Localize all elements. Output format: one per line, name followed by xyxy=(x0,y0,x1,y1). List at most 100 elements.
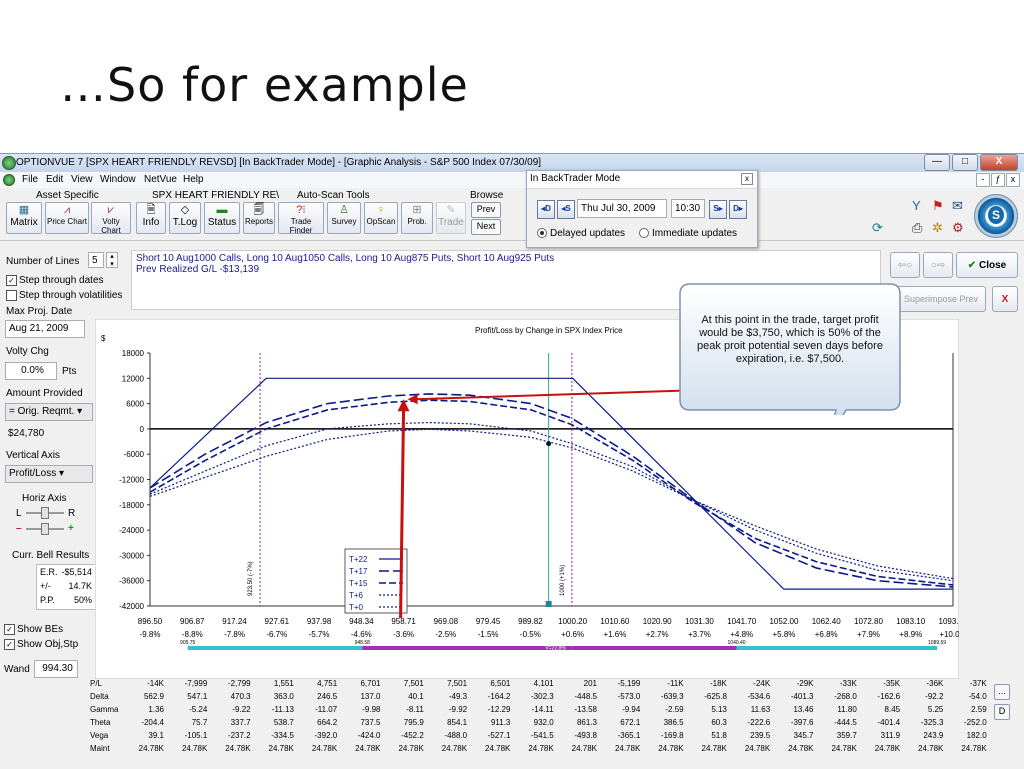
matrix-button[interactable]: ▦ Matrix xyxy=(6,202,42,234)
mdi-restore-button[interactable]: ƒ xyxy=(991,173,1005,187)
x-pct-label: +6.8% xyxy=(815,630,838,639)
table-cell: 51.8 xyxy=(711,731,727,740)
x-pct-label: -8.8% xyxy=(182,630,203,639)
fwd-step-button[interactable]: S▸ xyxy=(709,200,727,219)
price-chart-icon: ⩘ xyxy=(63,204,71,216)
scroll-left-button[interactable]: ⇦○ xyxy=(890,252,920,278)
amount-label: Amount Provided xyxy=(6,388,83,399)
menu-netvue[interactable]: NetVue xyxy=(144,174,177,185)
price-chart-button[interactable]: ⩘ Price Chart xyxy=(45,202,89,234)
notes-icon[interactable]: ✉ xyxy=(952,198,963,214)
back-day-button[interactable]: ◂D xyxy=(537,200,555,219)
table-cell: -639.3 xyxy=(660,692,684,701)
horiz-zoom-thumb[interactable] xyxy=(41,507,49,519)
delayed-updates-radio[interactable]: Delayed updates xyxy=(537,228,625,239)
menu-bar: File Edit View Window NetVue Help - ƒ x xyxy=(0,172,1024,188)
lines-field[interactable]: 5 xyxy=(88,252,104,268)
opscan-icon: ♀ xyxy=(376,204,386,216)
show-objstp-checkbox[interactable]: ✓ Show Obj,Stp xyxy=(4,639,78,650)
volty-field[interactable]: 0.0% xyxy=(5,362,57,380)
reports-button[interactable]: 🗐 Reports xyxy=(243,202,275,234)
maximize-button[interactable]: □ xyxy=(952,154,978,171)
trade-finder-button[interactable]: ?⁝ Trade Finder xyxy=(278,202,324,235)
vertical-axis-select[interactable]: Profit/Loss ▾ xyxy=(5,465,93,483)
table-cell: 11.63 xyxy=(750,705,771,714)
table-cell: -29K xyxy=(796,679,814,688)
minimize-button[interactable]: — xyxy=(924,154,950,171)
menu-file[interactable]: File xyxy=(22,174,38,185)
horiz-minus: – xyxy=(16,523,22,534)
print-icon[interactable]: ⎙ xyxy=(912,220,922,236)
backtrader-time-field[interactable]: 10:30 xyxy=(671,199,705,218)
table-d-button[interactable]: D xyxy=(994,704,1010,720)
tlog-button[interactable]: ◇ T.Log xyxy=(169,202,201,234)
backtrader-title: In BackTrader Mode xyxy=(530,173,621,184)
refresh-icon[interactable]: ⟳ xyxy=(872,220,883,236)
table-more-button[interactable]: ... xyxy=(994,684,1010,700)
table-cell: -11.07 xyxy=(315,705,338,714)
table-cell: 6,701 xyxy=(360,679,381,688)
table-cell: -5,199 xyxy=(617,679,641,688)
menu-window[interactable]: Window xyxy=(100,174,136,185)
menu-view[interactable]: View xyxy=(71,174,93,185)
trade-button[interactable]: ✎ Trade xyxy=(436,202,466,234)
table-cell: 201 xyxy=(583,679,597,688)
close-window-button[interactable]: X xyxy=(980,154,1018,171)
immediate-updates-radio[interactable]: Immediate updates xyxy=(639,228,737,239)
amount-select[interactable]: = Orig. Reqmt. ▾ xyxy=(5,403,93,421)
table-cell: 1.36 xyxy=(148,705,164,714)
next-button[interactable]: Next xyxy=(471,219,501,235)
opscan-button[interactable]: ♀ OpScan xyxy=(364,202,398,234)
backtrader-close-button[interactable]: x xyxy=(741,173,753,185)
table-cell: 39.1 xyxy=(148,731,164,740)
volty-chart-button[interactable]: ⩗ Volty Chart xyxy=(91,202,131,235)
step-dates-checkbox[interactable]: ✓ Step through dates xyxy=(6,275,104,286)
x-tick-label: 1041.70 xyxy=(727,617,756,626)
table-cell: 672.1 xyxy=(620,718,641,727)
legend-label: T+0 xyxy=(349,603,364,612)
table-cell: -13.58 xyxy=(574,705,597,714)
horiz-shift-thumb[interactable] xyxy=(41,523,49,535)
alert-icon[interactable]: ⚑ xyxy=(932,198,944,214)
max-proj-field[interactable]: Aug 21, 2009 xyxy=(5,320,85,338)
table-cell: 6,501 xyxy=(490,679,511,688)
tools-icon[interactable]: ⚙ xyxy=(952,220,964,236)
wand-field[interactable]: 994.30 xyxy=(34,660,78,678)
lines-spinner[interactable]: ▴ ▾ xyxy=(106,252,118,268)
table-cell: 470.3 xyxy=(230,692,251,701)
amount-value: $24,780 xyxy=(8,428,45,439)
optionvue-logo: S xyxy=(974,194,1018,238)
backtrader-date-field[interactable]: Thu Jul 30, 2009 xyxy=(577,199,667,218)
x-tick-label: 906.87 xyxy=(180,617,205,626)
mdi-minimize-button[interactable]: - xyxy=(976,173,990,187)
mdi-close-button[interactable]: x xyxy=(1006,173,1020,187)
clear-button[interactable]: X xyxy=(992,286,1018,312)
status-button[interactable]: ▬ Status xyxy=(204,202,240,234)
x-tick-label: 937.98 xyxy=(307,617,332,626)
backtrader-panel: In BackTrader Mode x ◂D ◂S Thu Jul 30, 20… xyxy=(526,170,758,248)
back-step-button[interactable]: ◂S xyxy=(557,200,575,219)
x-pct-label: +8.9% xyxy=(899,630,922,639)
netvue-icon[interactable]: Y xyxy=(912,198,921,213)
step-volatilities-checkbox[interactable]: Step through volatilities xyxy=(6,290,122,301)
survey-button[interactable]: ♙ Survey xyxy=(327,202,361,234)
info-button[interactable]: 🗎 Info xyxy=(136,202,166,234)
menu-edit[interactable]: Edit xyxy=(46,174,63,185)
table-cell: 24.78K xyxy=(225,744,251,753)
table-cell: -325.3 xyxy=(920,718,944,727)
bell-icon[interactable]: ✲ xyxy=(932,220,943,236)
max-proj-label: Max Proj. Date xyxy=(6,306,73,317)
superimpose-prev-button[interactable]: Superimpose Prev xyxy=(896,286,986,312)
scroll-right-button[interactable]: ○⇨ xyxy=(923,252,953,278)
menu-help[interactable]: Help xyxy=(183,174,204,185)
table-cell: 1,551 xyxy=(273,679,294,688)
fwd-day-button[interactable]: D▸ xyxy=(729,200,747,219)
range-label: 1089.59 xyxy=(928,640,946,646)
pm-label: +/- xyxy=(40,581,51,591)
close-button[interactable]: ✔ Close xyxy=(956,252,1018,278)
y-tick-label: 18000 xyxy=(122,349,145,358)
show-bes-checkbox[interactable]: ✓ Show BEs xyxy=(4,624,63,635)
table-cell: -7,999 xyxy=(184,679,208,688)
prev-button[interactable]: Prev xyxy=(471,202,501,218)
prob-button[interactable]: ⊞ Prob. xyxy=(401,202,433,234)
